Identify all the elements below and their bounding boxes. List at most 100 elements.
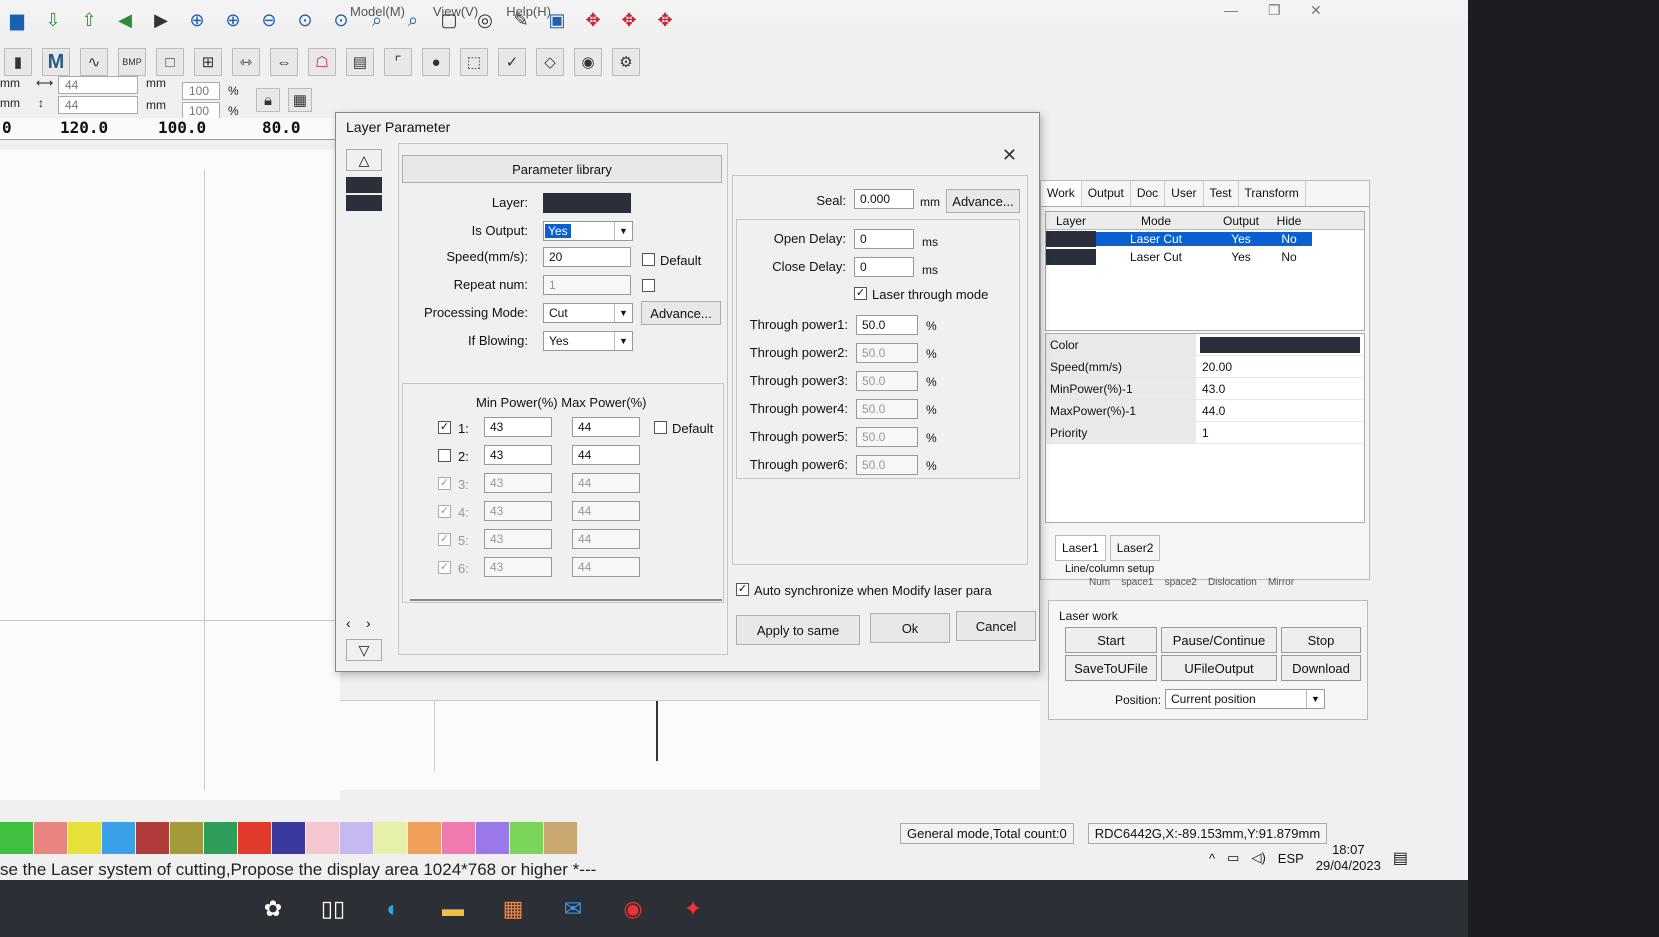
tab-doc[interactable]: Doc [1131,181,1166,206]
is-output-select[interactable]: Yes ▼ [543,221,633,241]
work-canvas-lower[interactable] [340,700,1040,790]
network-icon[interactable]: ▭ [1227,850,1239,866]
zoom-plus-icon[interactable]: ⊕ [218,5,248,35]
power-enable-checkbox[interactable]: ✓ [438,477,451,490]
auto-sync-checkbox[interactable]: ✓ [736,583,749,596]
row-hide[interactable]: No [1266,250,1312,264]
min-power-input[interactable]: 43 [484,529,552,549]
palette-swatch[interactable] [408,822,442,854]
table-row[interactable]: Laser Cut Yes No [1046,248,1364,266]
chevron-right-icon[interactable]: › [366,615,371,631]
text-m-icon[interactable]: M [42,48,70,76]
through-power-input[interactable]: 50.0 [856,343,918,363]
seal-input[interactable]: 0.000 [854,189,914,209]
palette-swatch[interactable] [0,822,34,854]
clock[interactable]: 18:07 29/04/2023 [1316,842,1381,874]
export-icon[interactable]: ⇧ [74,5,104,35]
cancel-button[interactable]: Cancel [956,611,1036,641]
palette-swatch[interactable] [340,822,374,854]
rectangle-icon[interactable]: □ [156,48,184,76]
zoom-page-icon[interactable]: ⊙ [326,5,356,35]
start-button[interactable]: Start [1065,627,1157,653]
max-power-input[interactable]: 44 [572,529,640,549]
redo-icon[interactable]: ▶ [146,5,176,35]
palette-swatch[interactable] [204,822,238,854]
repeat-input[interactable]: 1 [543,275,631,295]
min-power-input[interactable]: 43 [484,501,552,521]
edge-icon[interactable]: ◐ [370,889,416,929]
download-button[interactable]: Download [1281,655,1361,681]
through-power-input[interactable]: 50.0 [856,371,918,391]
undo-icon[interactable]: ◀ [110,5,140,35]
power-default-checkbox[interactable] [654,421,667,434]
speed-default-checkbox[interactable] [642,253,655,266]
dashed-rect-icon[interactable]: ⬚ [460,48,488,76]
stamp-icon[interactable]: ☖ [308,48,336,76]
rect-select-icon[interactable]: ▢ [434,5,464,35]
layer-swatch[interactable] [346,177,382,193]
palette-swatch[interactable] [476,822,510,854]
language-indicator[interactable]: ESP [1278,851,1304,866]
max-power-input[interactable]: 44 [572,557,640,577]
pen-icon[interactable]: ✎ [506,5,536,35]
power-enable-checkbox[interactable]: ✓ [438,421,451,434]
chevron-down-icon[interactable]: ▽ [346,639,382,661]
distribute-h-icon[interactable]: ⇿ [232,48,260,76]
lock-icon[interactable]: 🔒︎ [256,88,280,112]
tab-laser1[interactable]: Laser1 [1055,535,1106,561]
save-to-ufile-button[interactable]: SaveToUFile [1065,655,1157,681]
row-output[interactable]: Yes [1216,232,1266,246]
through-power-input[interactable]: 50.0 [856,399,918,419]
max-power-input[interactable]: 44 [572,417,640,437]
blowing-select[interactable]: Yes ▼ [543,331,633,351]
pause-continue-button[interactable]: Pause/Continue [1161,627,1277,653]
bitmap-icon[interactable]: BMP [118,48,146,76]
stop-button[interactable]: Stop [1281,627,1361,653]
height-input[interactable]: 44 [58,96,138,114]
zoom-in-icon[interactable]: ⊕ [182,5,212,35]
through-power-input[interactable]: 50.0 [856,455,918,475]
width-input[interactable]: 44 [58,76,138,94]
min-power-input[interactable]: 43 [484,557,552,577]
store-icon[interactable]: ▦ [490,889,536,929]
zoom-fit-icon[interactable]: ⊙ [290,5,320,35]
palette-swatch[interactable] [306,822,340,854]
processing-mode-select[interactable]: Cut ▼ [543,303,633,323]
eye-icon[interactable]: ◉ [574,48,602,76]
palette-swatch[interactable] [510,822,544,854]
max-power-input[interactable]: 44 [572,473,640,493]
through-power-input[interactable]: 50.0 [856,427,918,447]
palette-swatch[interactable] [442,822,476,854]
max-power-input[interactable]: 44 [572,445,640,465]
task-view-icon[interactable]: ▯▯ [310,889,356,929]
list-icon[interactable]: ▤ [346,48,374,76]
gear-icon[interactable]: ⚙ [612,48,640,76]
chrome-icon[interactable]: ◉ [610,889,656,929]
palette-swatch[interactable] [136,822,170,854]
palette-swatch[interactable] [272,822,306,854]
layer-color-field[interactable] [543,193,631,213]
file-explorer-icon[interactable]: ▬ [430,889,476,929]
laser-app-icon[interactable]: ✦ [670,889,716,929]
chevron-up-icon[interactable]: △ [346,149,382,171]
power-enable-checkbox[interactable]: ✓ [438,533,451,546]
open-delay-input[interactable]: 0 [854,229,914,249]
palette-swatch[interactable] [544,822,578,854]
laser-through-mode-checkbox[interactable]: ✓ [854,287,867,300]
power-enable-checkbox[interactable]: ✓ [438,505,451,518]
apply-to-same-button[interactable]: Apply to same [736,615,860,645]
palette-swatch[interactable] [34,822,68,854]
tab-output[interactable]: Output [1082,181,1131,206]
min-power-input[interactable]: 43 [484,473,552,493]
chevron-left-icon[interactable]: ‹ [346,615,351,631]
parameter-library-button[interactable]: Parameter library [402,155,722,183]
close-window-icon[interactable]: ✕ [1310,2,1322,19]
palette-swatch[interactable] [102,822,136,854]
sphere-icon[interactable]: ● [422,48,450,76]
repeat-checkbox[interactable] [642,279,655,292]
max-power-input[interactable]: 44 [572,501,640,521]
notification-icon[interactable]: ▤ [1393,848,1408,868]
tree-icon[interactable]: ⊞ [194,48,222,76]
ruler-icon[interactable]: ▮ [4,48,32,76]
tab-test[interactable]: Test [1204,181,1239,206]
